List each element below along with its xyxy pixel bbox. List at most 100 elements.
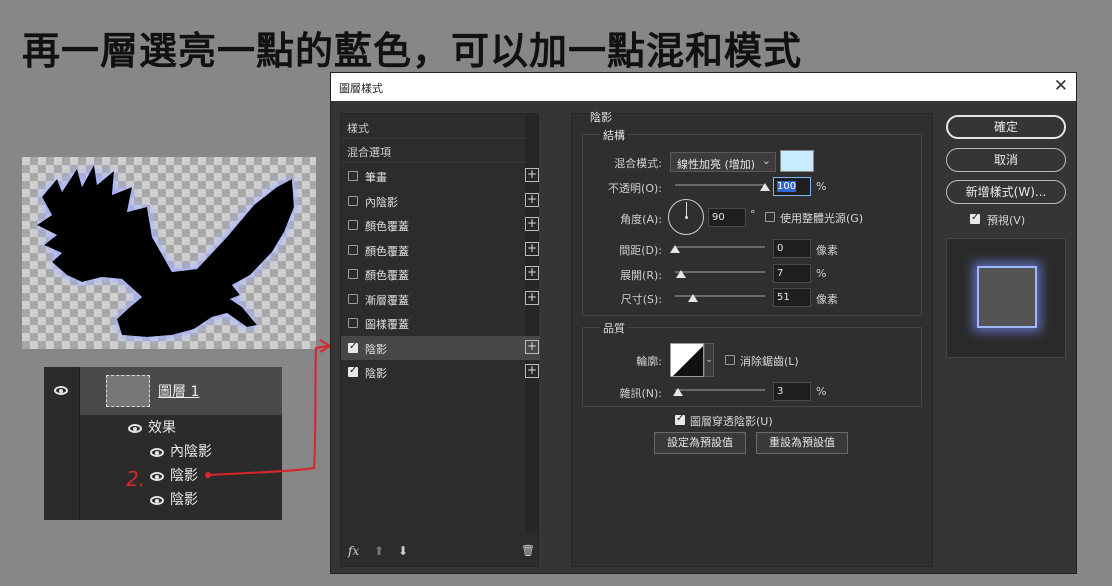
canvas-preview-image	[22, 157, 316, 349]
distance-slider-thumb[interactable]	[670, 245, 680, 253]
add-effect-icon[interactable]: +	[525, 168, 539, 182]
style-item-checkbox[interactable]	[348, 195, 358, 206]
style-item-checkbox[interactable]	[348, 318, 358, 328]
quality-title: 品質	[600, 320, 628, 336]
angle-dial[interactable]	[668, 199, 704, 235]
spread-input[interactable]: 7	[773, 264, 811, 283]
shadow-color-swatch[interactable]	[780, 150, 814, 172]
close-icon[interactable]: ✕	[1054, 76, 1068, 96]
noise-label: 雜訊(N):	[619, 387, 662, 400]
noise-slider-thumb[interactable]	[672, 388, 683, 396]
style-item-checkbox[interactable]	[348, 220, 358, 230]
anti-alias-checkbox[interactable]	[725, 355, 735, 365]
trash-icon[interactable]: 🗑	[521, 544, 535, 557]
effect-row[interactable]: 內陰影	[150, 441, 212, 461]
noise-input[interactable]: 3	[773, 382, 811, 401]
styles-list-panel: 樣式 混合選項 筆畫 + 內陰影 + 顏色覆蓋 + 顏色覆蓋 + 顏色覆蓋 + 漸層覆蓋 + 圖樣覆蓋陰…	[340, 113, 540, 567]
eye-icon[interactable]	[150, 447, 164, 457]
preview-checkbox[interactable]	[970, 212, 980, 224]
blend-mode-value: 線性加亮 (增加)	[677, 158, 756, 171]
add-effect-icon[interactable]: +	[525, 241, 539, 256]
make-default-button[interactable]: 設定為預設值	[654, 432, 746, 454]
opacity-unit: %	[816, 180, 827, 193]
effects-row[interactable]: 效果	[128, 417, 176, 437]
eye-icon[interactable]	[150, 471, 164, 481]
add-effect-icon[interactable]: +	[525, 217, 539, 231]
style-item[interactable]: 顏色覆蓋 +	[341, 262, 540, 286]
opacity-slider[interactable]	[675, 184, 765, 186]
style-item-label: 漸層覆蓋	[365, 293, 409, 307]
style-item-checkbox[interactable]	[348, 341, 358, 353]
style-item-checkbox[interactable]	[348, 293, 358, 304]
contour-dropdown[interactable]: ⌄	[704, 343, 714, 377]
new-style-button[interactable]: 新增樣式(W)...	[946, 180, 1066, 204]
angle-unit: °	[750, 208, 756, 221]
opacity-slider-thumb[interactable]	[760, 183, 770, 191]
style-item-label: 圖樣覆蓋	[365, 318, 409, 331]
blending-options-item[interactable]: 混合選項	[341, 140, 527, 163]
cancel-button[interactable]: 取消	[946, 148, 1066, 172]
dialog-title: 圖層樣式	[339, 82, 383, 95]
add-effect-icon[interactable]: +	[525, 364, 539, 378]
dialog-titlebar: 圖層樣式 ✕	[331, 73, 1076, 101]
style-item[interactable]: 顏色覆蓋 +	[341, 213, 540, 237]
effect-row[interactable]: 陰影	[150, 465, 198, 485]
global-light-label[interactable]: 使用整體光源(G)	[780, 210, 863, 226]
size-input[interactable]: 51	[773, 288, 811, 307]
distance-unit: 像素	[816, 244, 838, 257]
layer-thumbnail[interactable]	[106, 375, 150, 407]
effects-label: 效果	[148, 420, 176, 436]
opacity-input[interactable]: 100	[773, 177, 811, 196]
move-up-icon[interactable]: ⬆	[374, 544, 384, 558]
distance-label: 間距(D):	[619, 244, 662, 257]
effect-label: 內陰影	[170, 444, 212, 460]
add-effect-icon[interactable]: +	[525, 290, 539, 305]
spread-label: 展開(R):	[620, 269, 662, 282]
spread-slider-thumb[interactable]	[676, 270, 687, 278]
style-item-checkbox[interactable]	[348, 244, 358, 255]
distance-slider[interactable]	[675, 246, 765, 248]
eye-icon[interactable]	[150, 495, 164, 505]
style-item[interactable]: 圖樣覆蓋	[341, 311, 540, 335]
spread-slider[interactable]	[675, 271, 765, 273]
style-item-label: 陰影	[365, 342, 387, 356]
opacity-label: 不透明(O):	[608, 182, 662, 195]
style-item-checkbox[interactable]	[348, 269, 358, 279]
layer-name[interactable]: 圖層 1	[158, 381, 199, 401]
add-effect-icon[interactable]: +	[525, 192, 539, 207]
global-light-checkbox[interactable]	[765, 212, 775, 222]
style-item[interactable]: 陰影 +	[341, 360, 540, 384]
style-item-checkbox[interactable]	[348, 171, 358, 181]
eye-icon[interactable]	[128, 423, 142, 433]
noise-slider[interactable]	[675, 389, 765, 391]
preview-label[interactable]: 預視(V)	[987, 212, 1025, 228]
style-item[interactable]: 陰影 +	[341, 335, 540, 360]
contour-picker[interactable]	[670, 343, 704, 377]
style-item[interactable]: 筆畫 +	[341, 164, 540, 188]
layer-knocks-out-label[interactable]: 圖層穿透陰影(U)	[690, 413, 773, 429]
reset-default-button[interactable]: 重設為預設值	[756, 432, 848, 454]
blend-mode-select[interactable]: 線性加亮 (增加) ⌄	[670, 152, 776, 172]
style-item[interactable]: 內陰影 +	[341, 189, 540, 213]
angle-input[interactable]: 90	[708, 208, 746, 227]
style-preview-box	[946, 238, 1066, 358]
styles-header[interactable]: 樣式	[341, 116, 527, 139]
size-slider-thumb[interactable]	[688, 294, 698, 302]
move-down-icon[interactable]: ⬇	[398, 544, 408, 558]
style-item[interactable]: 顏色覆蓋 +	[341, 238, 540, 262]
anti-alias-label[interactable]: 消除鋸齒(L)	[740, 353, 799, 369]
distance-input[interactable]: 0	[773, 239, 811, 258]
style-item[interactable]: 漸層覆蓋 +	[341, 287, 540, 311]
ok-button[interactable]: 確定	[946, 115, 1066, 139]
fx-icon[interactable]: fx	[348, 544, 359, 558]
effect-row[interactable]: 陰影	[150, 489, 198, 509]
add-effect-icon[interactable]: +	[525, 339, 539, 354]
add-effect-icon[interactable]: +	[525, 266, 539, 280]
eye-icon[interactable]	[54, 386, 68, 395]
layer-knocks-out-checkbox[interactable]	[675, 413, 685, 425]
style-item-label: 筆畫	[365, 171, 387, 184]
noise-value: 3	[777, 386, 784, 397]
drop-shadow-settings: 陰影 結構 混合模式: 線性加亮 (增加) ⌄ 不透明(O): 100 % 角度(…	[571, 111, 933, 567]
size-value: 51	[777, 292, 790, 303]
style-item-checkbox[interactable]	[348, 365, 358, 377]
